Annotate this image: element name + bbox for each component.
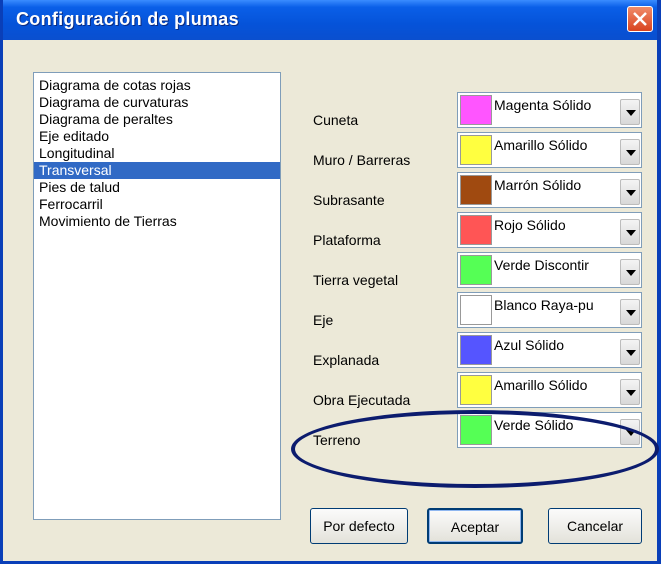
pen-label: Plataforma xyxy=(313,232,381,248)
pen-label: Eje xyxy=(313,312,334,328)
pen-label: Muro / Barreras xyxy=(313,152,411,168)
color-swatch xyxy=(460,175,492,205)
dropdown-button[interactable] xyxy=(620,219,640,245)
list-item[interactable]: Diagrama de curvaturas xyxy=(34,94,280,111)
list-item[interactable]: Diagrama de peraltes xyxy=(34,111,280,128)
chevron-down-icon xyxy=(626,110,636,116)
pen-style-value: Amarillo Sólido xyxy=(494,377,588,393)
pen-style-select[interactable]: Amarillo Sólido xyxy=(457,372,642,408)
color-swatch xyxy=(460,215,492,245)
pen-style-value: Azul Sólido xyxy=(494,337,565,353)
chevron-down-icon xyxy=(626,310,636,316)
diagram-listbox[interactable]: Diagrama de cotas rojas Diagrama de curv… xyxy=(33,72,281,520)
chevron-down-icon xyxy=(626,230,636,236)
highlight-ellipse xyxy=(291,410,659,488)
pen-style-value: Blanco Raya-pu xyxy=(494,297,594,313)
pen-style-value: Magenta Sólido xyxy=(494,97,592,113)
dropdown-button[interactable] xyxy=(620,379,640,405)
chevron-down-icon xyxy=(626,350,636,356)
chevron-down-icon xyxy=(626,190,636,196)
pen-style-select[interactable]: Verde Discontir xyxy=(457,252,642,288)
dropdown-button[interactable] xyxy=(620,179,640,205)
dropdown-button[interactable] xyxy=(620,99,640,125)
pen-label: Obra Ejecutada xyxy=(313,392,411,408)
color-swatch xyxy=(460,375,492,405)
chevron-down-icon xyxy=(626,150,636,156)
color-swatch xyxy=(460,135,492,165)
pen-style-value: Verde Discontir xyxy=(494,257,589,273)
title-bar[interactable]: Configuración de plumas xyxy=(3,0,657,40)
list-item[interactable]: Ferrocarril xyxy=(34,196,280,213)
dropdown-button[interactable] xyxy=(620,139,640,165)
close-button[interactable] xyxy=(627,6,653,32)
close-icon xyxy=(633,12,647,26)
pen-style-value: Amarillo Sólido xyxy=(494,137,588,153)
defaults-button[interactable]: Por defecto xyxy=(310,508,408,544)
pen-style-select[interactable]: Rojo Sólido xyxy=(457,212,642,248)
pen-style-select[interactable]: Amarillo Sólido xyxy=(457,132,642,168)
color-swatch xyxy=(460,255,492,285)
pen-style-select[interactable]: Blanco Raya-pu xyxy=(457,292,642,328)
pen-config-dialog: Configuración de plumas Diagrama de cota… xyxy=(0,0,661,564)
cancel-button[interactable]: Cancelar xyxy=(548,508,642,544)
color-swatch xyxy=(460,295,492,325)
pen-label: Explanada xyxy=(313,352,380,368)
list-item[interactable]: Eje editado xyxy=(34,128,280,145)
list-item-selected[interactable]: Transversal xyxy=(34,162,280,179)
pen-label: Cuneta xyxy=(313,112,359,128)
dropdown-button[interactable] xyxy=(620,299,640,325)
color-swatch xyxy=(460,95,492,125)
pen-label: Tierra vegetal xyxy=(313,272,399,288)
dropdown-button[interactable] xyxy=(620,259,640,285)
pen-style-select[interactable]: Magenta Sólido xyxy=(457,92,642,128)
dropdown-button[interactable] xyxy=(620,339,640,365)
list-item[interactable]: Movimiento de Tierras xyxy=(34,213,280,230)
accept-button[interactable]: Aceptar xyxy=(427,508,523,544)
list-item[interactable]: Pies de talud xyxy=(34,179,280,196)
pen-style-select[interactable]: Marrón Sólido xyxy=(457,172,642,208)
chevron-down-icon xyxy=(626,390,636,396)
pen-style-select[interactable]: Azul Sólido xyxy=(457,332,642,368)
list-item[interactable]: Longitudinal xyxy=(34,145,280,162)
pen-label: Subrasante xyxy=(313,192,385,208)
dialog-title: Configuración de plumas xyxy=(16,9,239,29)
list-item[interactable]: Diagrama de cotas rojas xyxy=(34,77,280,94)
chevron-down-icon xyxy=(626,270,636,276)
pen-style-value: Marrón Sólido xyxy=(494,177,582,193)
color-swatch xyxy=(460,335,492,365)
pen-style-value: Rojo Sólido xyxy=(494,217,566,233)
